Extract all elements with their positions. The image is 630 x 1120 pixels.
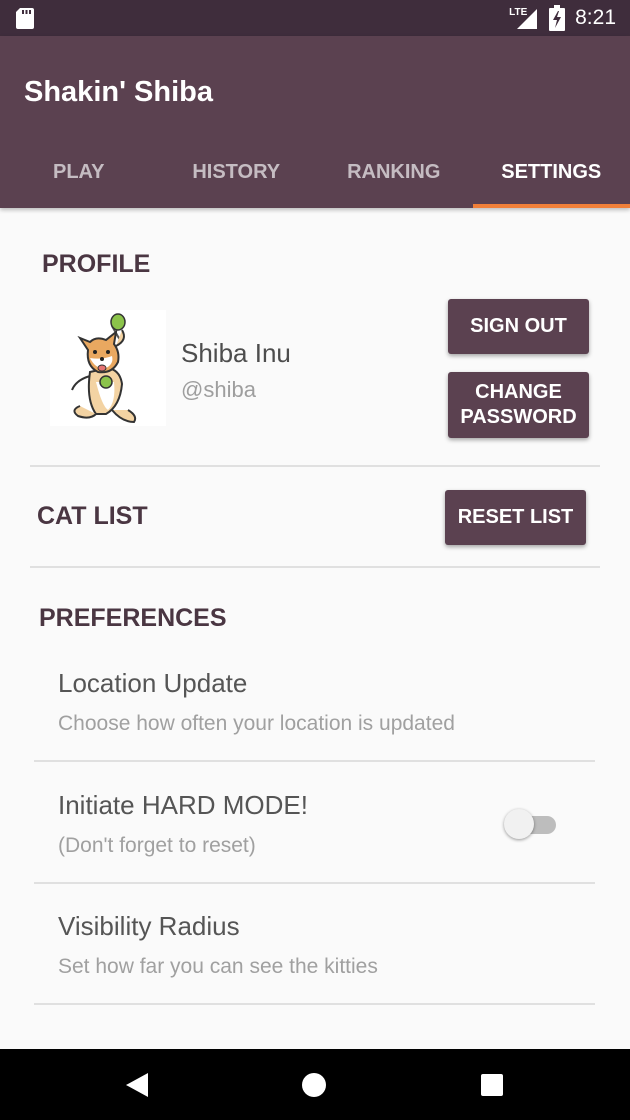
- back-triangle-icon[interactable]: [117, 1065, 157, 1105]
- divider: [30, 465, 600, 467]
- signal-icon: LTE: [509, 7, 539, 29]
- sd-card-icon: [16, 8, 34, 29]
- divider: [30, 566, 600, 568]
- divider: [34, 882, 595, 884]
- divider: [34, 760, 595, 762]
- home-circle-icon[interactable]: [294, 1065, 334, 1105]
- profile-handle: @shiba: [181, 377, 256, 402]
- pref-visibility-radius[interactable]: Visibility Radius Set how far you can se…: [34, 911, 595, 1031]
- navigation-bar: [0, 1049, 630, 1120]
- app-title: Shakin' Shiba: [24, 76, 213, 108]
- avatar: [50, 310, 166, 426]
- app-bar: Shakin' Shiba PLAY HISTORY RANKING SETTI…: [0, 36, 630, 208]
- status-bar: LTE 8:21: [0, 0, 630, 36]
- tab-play[interactable]: PLAY: [0, 136, 158, 208]
- tab-ranking[interactable]: RANKING: [315, 136, 473, 208]
- pref-subtitle: (Don't forget to reset): [58, 834, 256, 857]
- pref-title: Location Update: [58, 668, 248, 698]
- recents-square-icon[interactable]: [472, 1065, 512, 1105]
- pref-location-update[interactable]: Location Update Choose how often your lo…: [34, 668, 595, 788]
- profile-heading: PROFILE: [42, 250, 151, 278]
- cat-list-heading: CAT LIST: [37, 502, 148, 530]
- tab-history[interactable]: HISTORY: [158, 136, 316, 208]
- toggle-thumb: [504, 809, 534, 839]
- pref-title: Initiate HARD MODE!: [58, 790, 308, 820]
- profile-name: Shiba Inu: [181, 338, 291, 368]
- pref-subtitle: Set how far you can see the kitties: [58, 955, 378, 978]
- pref-title: Visibility Radius: [58, 911, 240, 941]
- divider: [34, 1003, 595, 1005]
- preferences-heading: PREFERENCES: [39, 604, 227, 632]
- clock: 8:21: [575, 6, 616, 29]
- tab-bar: PLAY HISTORY RANKING SETTINGS: [0, 136, 630, 208]
- battery-charging-icon: [549, 5, 566, 31]
- sign-out-button[interactable]: SIGN OUT: [448, 299, 589, 354]
- tab-settings[interactable]: SETTINGS: [472, 136, 630, 208]
- pref-subtitle: Choose how often your location is update…: [58, 712, 455, 735]
- hard-mode-toggle[interactable]: [504, 806, 556, 839]
- reset-list-button[interactable]: RESET LIST: [445, 490, 586, 545]
- change-password-button[interactable]: CHANGE PASSWORD: [448, 372, 589, 438]
- shiba-avatar-illustration: [71, 313, 137, 424]
